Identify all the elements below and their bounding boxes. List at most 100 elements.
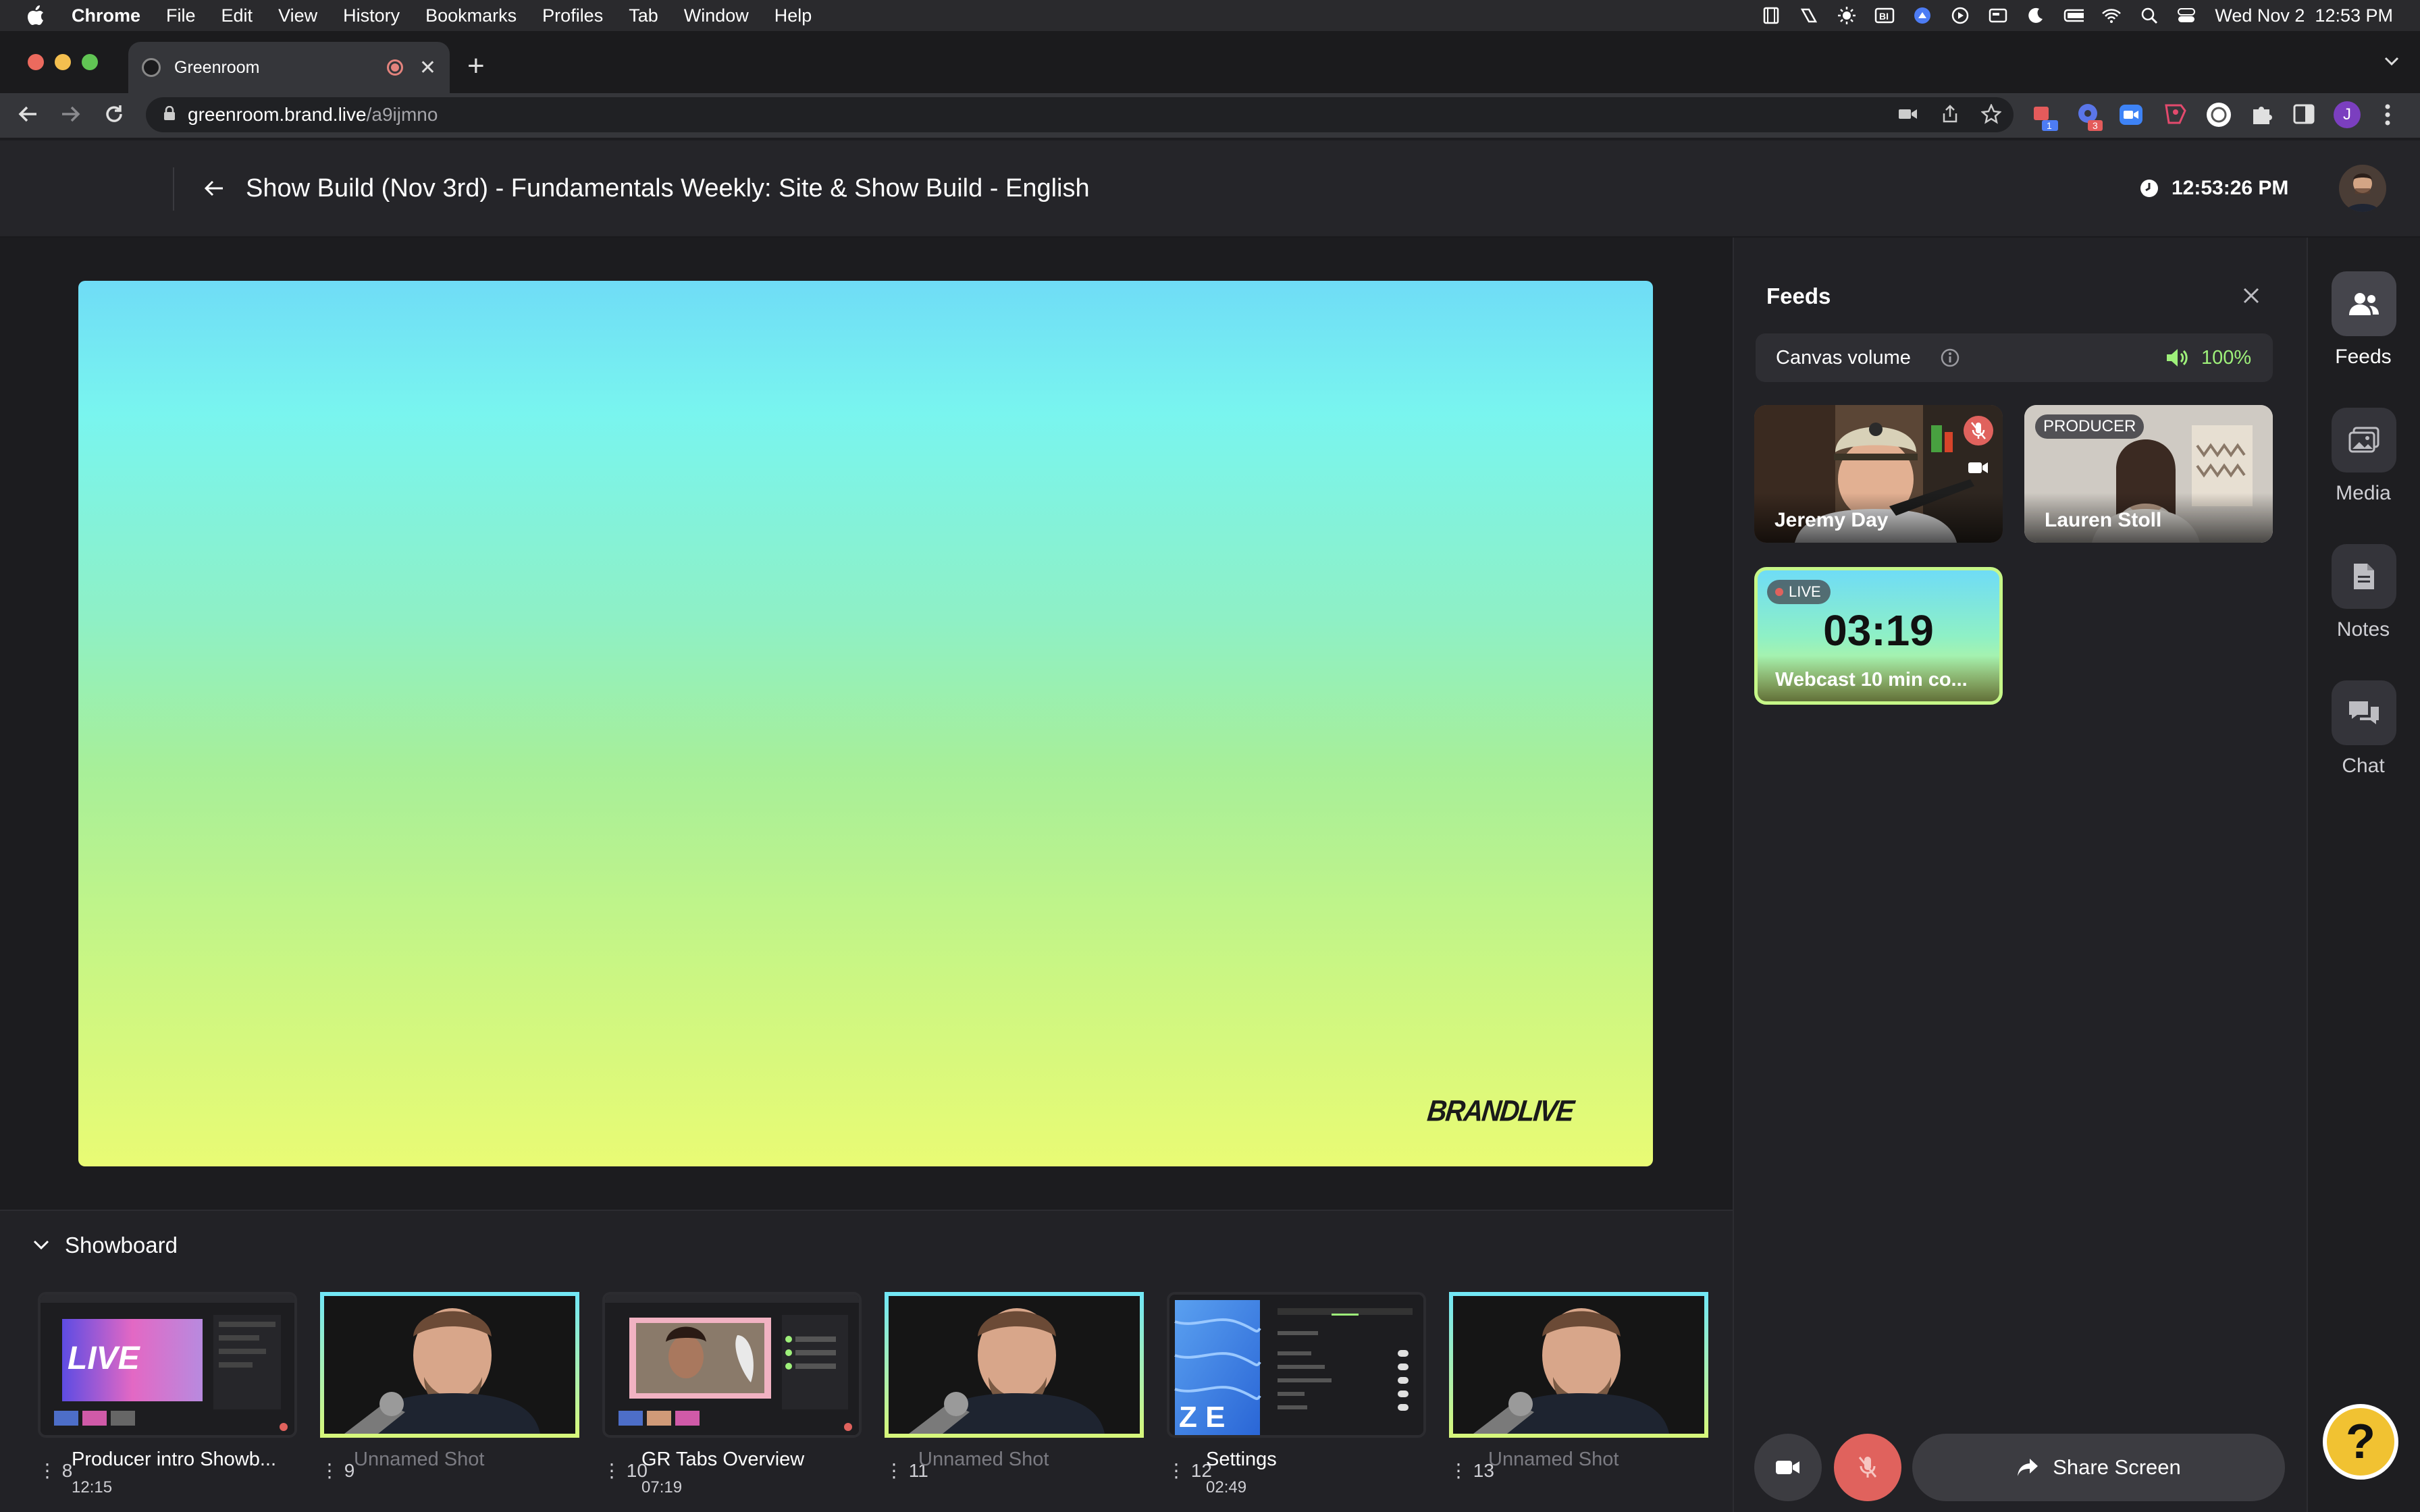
shot-label[interactable]: Producer intro Showb... xyxy=(72,1449,276,1471)
tab-title: Greenroom xyxy=(174,57,260,77)
bear-app-icon[interactable]: BI xyxy=(1874,6,1895,25)
new-tab-button[interactable]: + xyxy=(467,50,485,82)
moon-icon[interactable] xyxy=(2026,6,2046,25)
canvas-volume-row[interactable]: Canvas volume 100% xyxy=(1756,333,2273,382)
presenter-camera-image xyxy=(324,1296,575,1434)
header-clock: 12:53:26 PM xyxy=(2172,177,2289,199)
lock-icon[interactable] xyxy=(163,104,176,126)
shot-thumbnail-9[interactable] xyxy=(320,1292,579,1438)
wifi-icon[interactable] xyxy=(2101,6,2122,25)
url-host: greenroom.brand.live xyxy=(188,104,367,125)
extension-red-icon[interactable] xyxy=(2163,103,2188,129)
user-avatar[interactable] xyxy=(2339,165,2386,212)
menu-profiles[interactable]: Profiles xyxy=(542,5,603,26)
document-icon xyxy=(2354,564,2374,589)
forward-arrow-icon[interactable] xyxy=(59,103,82,129)
menu-view[interactable]: View xyxy=(278,5,317,26)
share-arrow-icon xyxy=(2018,1459,2038,1476)
apple-icon[interactable] xyxy=(26,4,46,27)
extension-translate-icon[interactable]: 1 xyxy=(2032,104,2059,136)
brandlive-logo: BRANDLIVE xyxy=(1425,1094,1575,1128)
extension-badge-2: 3 xyxy=(2093,120,2098,131)
search-icon[interactable] xyxy=(2139,6,2159,25)
shot-label[interactable]: Unnamed Shot xyxy=(354,1449,484,1471)
menu-edit[interactable]: Edit xyxy=(221,5,253,26)
canvas-volume-label: Canvas volume xyxy=(1776,347,1911,369)
menu-app-name[interactable]: Chrome xyxy=(72,5,140,26)
shot-number: ⋮ 13 xyxy=(1449,1460,1494,1481)
camera-in-use-icon[interactable] xyxy=(1897,105,1919,128)
close-window-button[interactable] xyxy=(28,54,44,70)
vpn-icon[interactable] xyxy=(1912,6,1932,25)
program-canvas[interactable]: BRANDLIVE xyxy=(78,281,1653,1166)
close-icon[interactable] xyxy=(2242,286,2261,308)
feed-name: Lauren Stoll xyxy=(2045,509,2162,531)
address-bar[interactable]: greenroom.brand.live/a9ijmno xyxy=(146,97,2014,132)
menu-help[interactable]: Help xyxy=(774,5,812,26)
menu-window[interactable]: Window xyxy=(684,5,749,26)
share-screen-button[interactable]: Share Screen xyxy=(1912,1434,2285,1501)
profile-avatar[interactable]: J xyxy=(2334,101,2361,128)
film-icon[interactable] xyxy=(1761,6,1781,25)
shot-duration: 12:15 xyxy=(72,1478,113,1496)
back-arrow-icon[interactable] xyxy=(204,180,224,200)
shot-thumbnail-11[interactable] xyxy=(885,1292,1144,1438)
play-circle-icon[interactable] xyxy=(1950,6,1970,25)
shot-label[interactable]: Unnamed Shot xyxy=(1488,1449,1619,1471)
speaker-icon[interactable] xyxy=(2165,347,2190,372)
live-dot-icon xyxy=(1775,588,1783,596)
sun-icon[interactable] xyxy=(1837,6,1857,25)
side-panel-icon[interactable] xyxy=(2293,104,2315,128)
feed-card-jeremy[interactable]: Jeremy Day xyxy=(1754,405,2003,543)
shot-label[interactable]: GR Tabs Overview xyxy=(641,1449,804,1471)
extension-gear-icon[interactable]: 3 xyxy=(2076,101,2104,136)
shot-thumbnail-8[interactable]: LIVE xyxy=(38,1292,297,1438)
info-icon[interactable] xyxy=(1941,348,1959,371)
tab-close-icon[interactable]: ✕ xyxy=(419,56,436,80)
minimize-window-button[interactable] xyxy=(55,54,71,70)
url-path: /a9ijmno xyxy=(366,104,438,125)
menu-file[interactable]: File xyxy=(166,5,196,26)
share-icon[interactable] xyxy=(1941,104,1959,129)
shot-thumbnail-12[interactable]: Z E xyxy=(1167,1292,1426,1438)
menubar-clock[interactable]: Wed Nov 2 12:53 PM xyxy=(2215,5,2393,26)
slash-app-icon[interactable] xyxy=(1799,6,1819,25)
camera-icon[interactable] xyxy=(1968,460,1989,479)
live-webcast-card[interactable]: LIVE 03:19 Webcast 10 min co... xyxy=(1754,567,2003,705)
more-menu-icon[interactable] xyxy=(2384,103,2392,130)
extension-circle-icon[interactable] xyxy=(2205,101,2232,132)
extensions-puzzle-icon[interactable] xyxy=(2250,103,2273,129)
shot-thumbnail-10[interactable] xyxy=(602,1292,862,1438)
control-center-icon[interactable] xyxy=(2177,6,2197,25)
feeds-title: Feeds xyxy=(1766,284,1831,308)
rail-media-button[interactable] xyxy=(2332,408,2396,473)
rail-feeds-button[interactable] xyxy=(2332,271,2396,336)
display-icon[interactable] xyxy=(1988,6,2008,25)
feed-card-lauren[interactable]: PRODUCER Lauren Stoll xyxy=(2024,405,2273,543)
rail-chat-label: Chat xyxy=(2342,755,2385,777)
menu-bookmarks[interactable]: Bookmarks xyxy=(425,5,517,26)
zoom-extension-icon[interactable] xyxy=(2119,104,2143,129)
collapse-chevron-icon[interactable] xyxy=(32,1239,50,1255)
mic-toggle-button[interactable] xyxy=(1834,1434,1901,1501)
menu-tab[interactable]: Tab xyxy=(629,5,658,26)
shot-label[interactable]: Settings xyxy=(1206,1449,1277,1471)
share-screen-label: Share Screen xyxy=(2053,1455,2181,1479)
svg-text:LIVE: LIVE xyxy=(68,1341,141,1376)
bookmark-star-icon[interactable] xyxy=(1980,103,2002,129)
rail-notes-button[interactable] xyxy=(2332,544,2396,609)
back-arrow-icon[interactable] xyxy=(16,103,39,129)
tab-search-chevron-icon[interactable] xyxy=(2384,55,2400,71)
rail-chat-button[interactable] xyxy=(2332,680,2396,745)
reload-icon[interactable] xyxy=(103,103,126,129)
muted-mic-icon[interactable] xyxy=(1964,416,1993,446)
help-button[interactable]: ? xyxy=(2323,1404,2398,1480)
shot-thumbnail-13[interactable] xyxy=(1449,1292,1708,1438)
browser-tab[interactable]: Greenroom ✕ xyxy=(128,42,450,93)
zoom-window-button[interactable] xyxy=(82,54,98,70)
menu-history[interactable]: History xyxy=(343,5,400,26)
shot-number: ⋮ 8 xyxy=(38,1460,73,1481)
people-icon xyxy=(2349,293,2379,315)
shot-label[interactable]: Unnamed Shot xyxy=(918,1449,1049,1471)
camera-toggle-button[interactable] xyxy=(1754,1434,1822,1501)
